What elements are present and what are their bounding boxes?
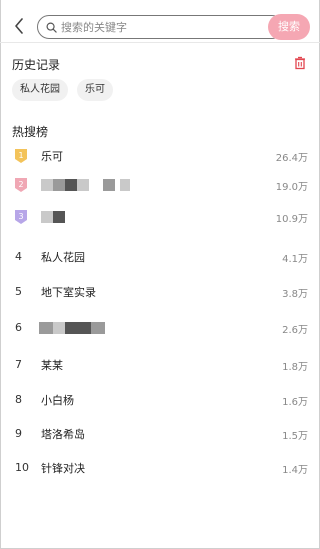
hot-list-item[interactable]: 9 塔洛希岛 1.5万 <box>0 424 320 446</box>
item-count: 2.6万 <box>282 325 308 336</box>
item-count: 4.1万 <box>282 254 308 265</box>
rank-3-badge-icon: 3 <box>15 210 27 224</box>
svg-text:3: 3 <box>18 212 23 221</box>
item-count: 1.6万 <box>282 397 308 408</box>
item-name: 小白杨 <box>41 394 74 407</box>
item-count: 10.9万 <box>275 214 308 225</box>
history-tags: 私人花园 乐可 <box>12 79 113 101</box>
chevron-left-icon <box>15 18 23 34</box>
search-input[interactable] <box>61 17 261 37</box>
svg-text:1: 1 <box>18 151 23 160</box>
item-name: 私人花园 <box>41 251 85 264</box>
rank-number: 8 <box>15 393 22 406</box>
rank-number: 5 <box>15 285 22 298</box>
hot-list-item[interactable]: 6 2.6万 <box>0 318 320 340</box>
history-title: 历史记录 <box>12 58 61 72</box>
item-count: 19.0万 <box>275 182 308 193</box>
hot-list-item[interactable]: 3 10.9万 <box>0 207 320 229</box>
item-name: 地下室实录 <box>41 286 96 299</box>
item-count: 26.4万 <box>275 153 308 164</box>
clear-history-button[interactable] <box>293 55 309 71</box>
trash-icon <box>295 56 305 70</box>
header-divider <box>0 42 320 43</box>
item-name: 针锋对决 <box>41 462 85 475</box>
item-name: 塔洛希岛 <box>41 428 85 441</box>
hot-list-item[interactable]: 4 私人花园 4.1万 <box>0 247 320 269</box>
item-name: 乐可 <box>41 150 63 163</box>
history-tag[interactable]: 私人花园 <box>12 79 68 101</box>
history-tag[interactable]: 乐可 <box>77 79 113 101</box>
hot-list-item[interactable]: 1 乐可 26.4万 <box>0 146 320 168</box>
item-count: 1.4万 <box>282 465 308 476</box>
rank-number: 10 <box>15 461 29 474</box>
rank-2-badge-icon: 2 <box>15 178 27 192</box>
search-button[interactable]: 搜索 <box>268 14 310 40</box>
back-button[interactable] <box>8 13 30 39</box>
search-bar: 搜索 <box>0 0 320 52</box>
rank-1-badge-icon: 1 <box>15 149 27 163</box>
hot-list-item[interactable]: 7 某某 1.8万 <box>0 355 320 377</box>
rank-number: 4 <box>15 250 22 263</box>
hot-list-item[interactable]: 10 针锋对决 1.4万 <box>0 458 320 480</box>
rank-number: 7 <box>15 358 22 371</box>
rank-number: 6 <box>15 321 22 334</box>
item-name: 某某 <box>41 359 63 372</box>
search-field[interactable] <box>37 15 284 39</box>
hot-list-item[interactable]: 2 19.0万 <box>0 175 320 197</box>
item-count: 1.5万 <box>282 431 308 442</box>
svg-text:2: 2 <box>18 180 23 189</box>
hot-list-item[interactable]: 5 地下室实录 3.8万 <box>0 282 320 304</box>
search-icon <box>46 22 57 33</box>
item-count: 3.8万 <box>282 289 308 300</box>
item-count: 1.8万 <box>282 362 308 373</box>
hot-list-title: 热搜榜 <box>12 125 49 139</box>
hot-list-item[interactable]: 8 小白杨 1.6万 <box>0 390 320 412</box>
rank-number: 9 <box>15 427 22 440</box>
